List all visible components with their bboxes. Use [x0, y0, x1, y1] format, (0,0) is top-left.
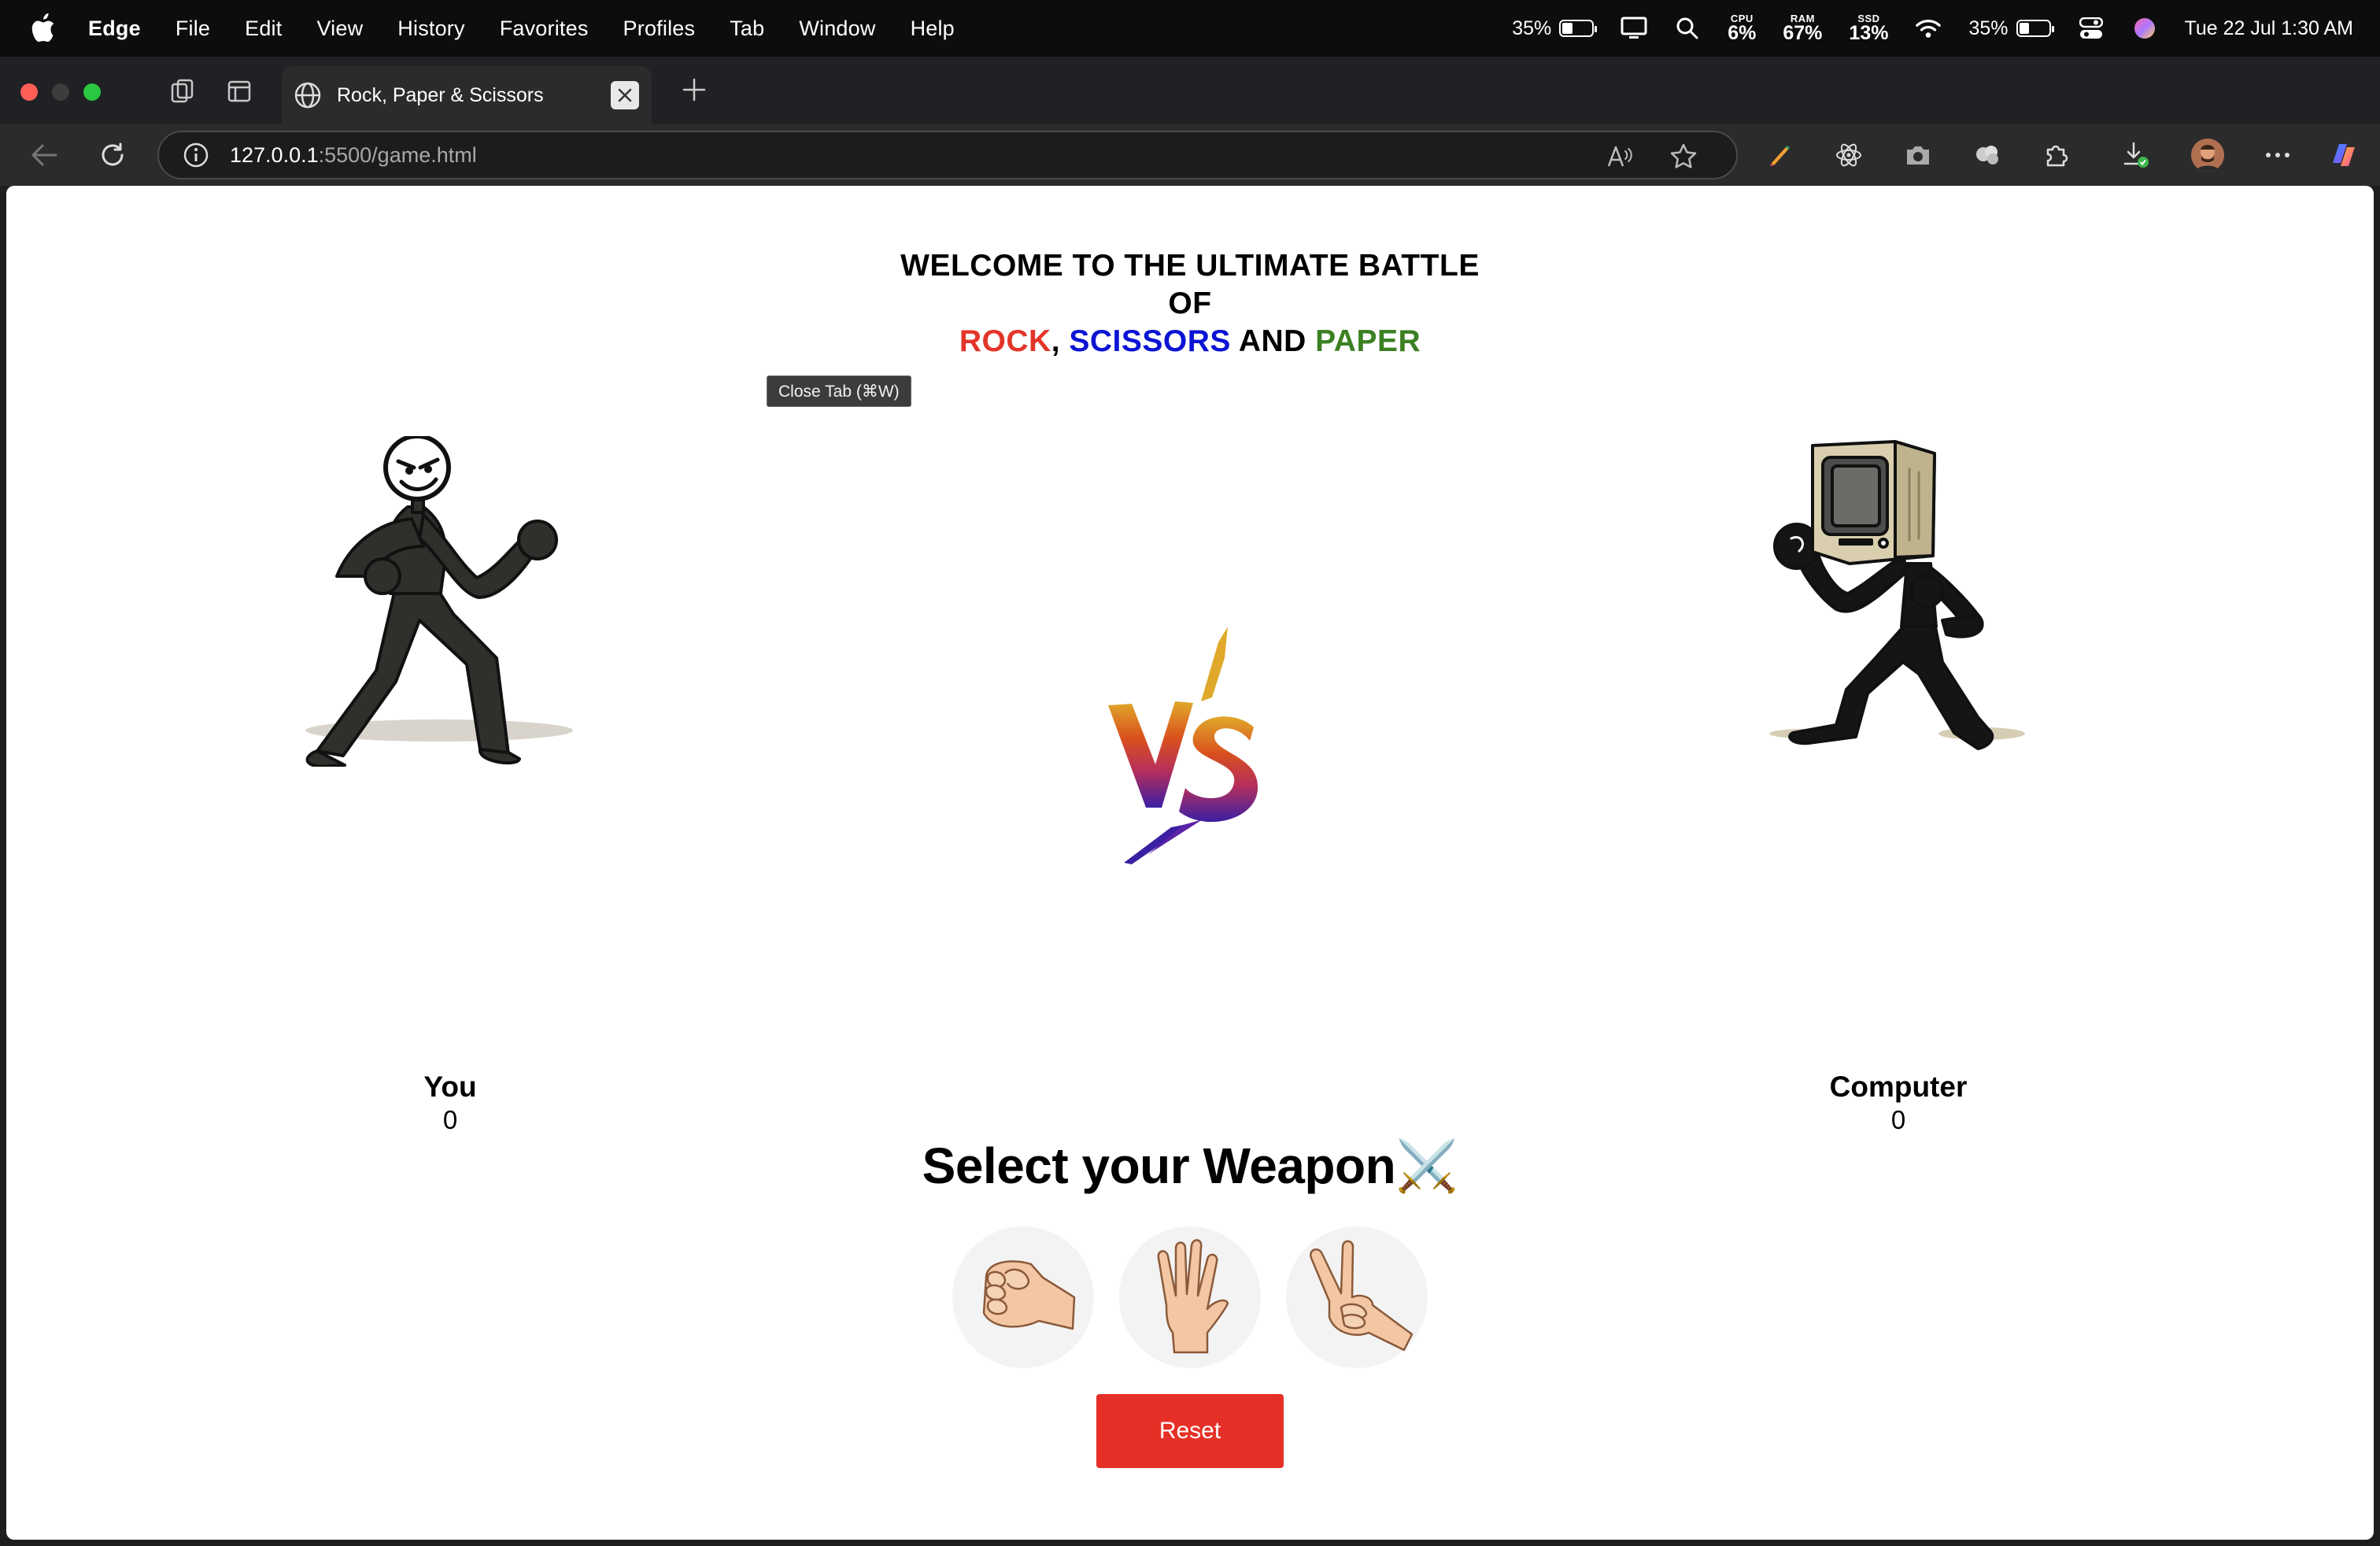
rock-choice-button[interactable] — [952, 1226, 1094, 1368]
menu-app-name[interactable]: Edge — [88, 17, 141, 41]
paper-hand-icon — [1157, 1239, 1229, 1354]
status-area: 35% CPU 6% RAM 67% SSD 13% 35% Tue 22 Ju… — [1512, 0, 2353, 57]
tab-active[interactable]: Rock, Paper & Scissors — [282, 66, 652, 124]
close-window-button[interactable] — [20, 83, 38, 101]
reload-icon — [102, 142, 124, 166]
heading-paper: PAPER — [1315, 324, 1421, 358]
more-options-icon[interactable] — [2260, 138, 2295, 172]
close-tab-button[interactable] — [611, 81, 639, 109]
copilot-icon[interactable] — [2326, 138, 2361, 172]
menu-favorites[interactable]: Favorites — [500, 17, 589, 41]
arrow-left-icon — [31, 144, 57, 166]
favorite-star-icon[interactable] — [1669, 142, 1698, 172]
select-weapon-heading: Select your Weapon⚔️ — [922, 1137, 1458, 1194]
ssd-stat[interactable]: SSD 13% — [1849, 13, 1888, 43]
heading-rock: ROCK — [959, 324, 1051, 358]
menu-profiles[interactable]: Profiles — [623, 17, 696, 41]
workspaces-icon[interactable] — [165, 74, 200, 109]
tab-strip: Rock, Paper & Scissors — [0, 57, 2380, 124]
ram-stat[interactable]: RAM 67% — [1783, 13, 1822, 43]
back-button[interactable] — [27, 138, 61, 172]
control-center-icon[interactable] — [2078, 15, 2105, 42]
heading-line-1: WELCOME TO THE ULTIMATE BATTLE — [900, 249, 1480, 283]
heading-comma: , — [1051, 324, 1070, 358]
menu-history[interactable]: History — [397, 17, 464, 41]
vs-logo: VS — [1108, 627, 1258, 870]
read-aloud-icon[interactable] — [1606, 142, 1635, 172]
menu-window[interactable]: Window — [799, 17, 875, 41]
screenshot-camera-icon[interactable] — [1901, 138, 1935, 172]
browser-toolbar: 127.0.0.1:5500/game.html — [0, 124, 2380, 186]
close-tab-tooltip: Close Tab (⌘W) — [767, 375, 911, 407]
battery-status-2[interactable]: 35% — [1968, 17, 2054, 40]
menu-file[interactable]: File — [176, 17, 210, 41]
heading-scissors: SCISSORS — [1069, 324, 1231, 358]
player-score: 0 — [442, 1105, 458, 1134]
wifi-icon[interactable] — [1915, 15, 1942, 42]
tab-title: Rock, Paper & Scissors — [337, 83, 544, 106]
macos-menu-bar: Edge File Edit View History Favorites Pr… — [0, 0, 2380, 57]
maximize-window-button[interactable] — [83, 83, 101, 101]
menu-view[interactable]: View — [316, 17, 363, 41]
menu-tab[interactable]: Tab — [730, 17, 764, 41]
battery-percent-2: 35% — [1968, 17, 2009, 39]
menu-edit[interactable]: Edit — [245, 17, 282, 41]
cpu-stat[interactable]: CPU 6% — [1728, 13, 1756, 43]
game-page: WELCOME TO THE ULTIMATE BATTLE OF ROCK, … — [6, 186, 2374, 1540]
computer-score: 0 — [1890, 1105, 1906, 1134]
ram-value: 67% — [1783, 22, 1823, 44]
menu-help[interactable]: Help — [911, 17, 955, 41]
downloads-icon[interactable] — [2119, 138, 2153, 172]
pen-extension-icon[interactable] — [1762, 138, 1797, 172]
welcome-heading: WELCOME TO THE ULTIMATE BATTLE OF ROCK, … — [6, 247, 2374, 361]
site-info-icon[interactable] — [183, 142, 209, 168]
battery-percent: 35% — [1512, 17, 1552, 39]
copilot-cloud-icon[interactable] — [1970, 138, 2005, 172]
heading-line-3: ROCK, SCISSORS AND PAPER — [6, 323, 2374, 361]
player-label: You — [423, 1071, 477, 1103]
url-text[interactable]: 127.0.0.1:5500/game.html — [230, 143, 477, 168]
globe-icon — [294, 82, 321, 109]
rock-fist-icon — [982, 1260, 1076, 1330]
reload-button[interactable] — [95, 138, 130, 172]
scissors-choice-button[interactable] — [1286, 1226, 1428, 1368]
siri-icon[interactable] — [2131, 15, 2158, 42]
scissors-hand-icon — [1310, 1240, 1414, 1352]
minimize-window-button[interactable] — [52, 83, 69, 101]
battery-status[interactable]: 35% — [1512, 17, 1598, 40]
battery-icon-2 — [2016, 20, 2054, 37]
apple-logo-icon[interactable] — [30, 13, 57, 43]
extensions-puzzle-icon[interactable] — [2039, 138, 2074, 172]
url-path: :5500/game.html — [318, 142, 477, 167]
spotlight-search-icon[interactable] — [1674, 15, 1701, 42]
display-icon[interactable] — [1621, 15, 1647, 42]
tab-actions-icon[interactable] — [222, 74, 257, 109]
heading-line-2: OF — [1168, 287, 1212, 320]
new-tab-button[interactable] — [677, 72, 711, 107]
cpu-value: 6% — [1728, 22, 1757, 44]
address-bar[interactable]: 127.0.0.1:5500/game.html — [157, 131, 1738, 179]
plus-icon — [682, 78, 706, 102]
computer-fighter-image — [1769, 440, 2025, 750]
paper-choice-button[interactable] — [1119, 1226, 1261, 1368]
close-icon — [618, 88, 632, 102]
player-fighter-image — [305, 436, 573, 767]
battery-icon — [1559, 20, 1598, 37]
ssd-value: 13% — [1849, 22, 1889, 44]
heading-and: AND — [1230, 324, 1316, 358]
react-devtools-icon[interactable] — [1831, 138, 1866, 172]
reset-button[interactable]: Reset — [1096, 1394, 1284, 1468]
vs-text: VS — [1195, 868, 1196, 870]
clock[interactable]: Tue 22 Jul 1:30 AM — [2185, 17, 2353, 40]
url-host: 127.0.0.1 — [230, 142, 319, 167]
profile-avatar[interactable] — [2191, 139, 2224, 172]
computer-label: Computer — [1829, 1071, 1968, 1103]
